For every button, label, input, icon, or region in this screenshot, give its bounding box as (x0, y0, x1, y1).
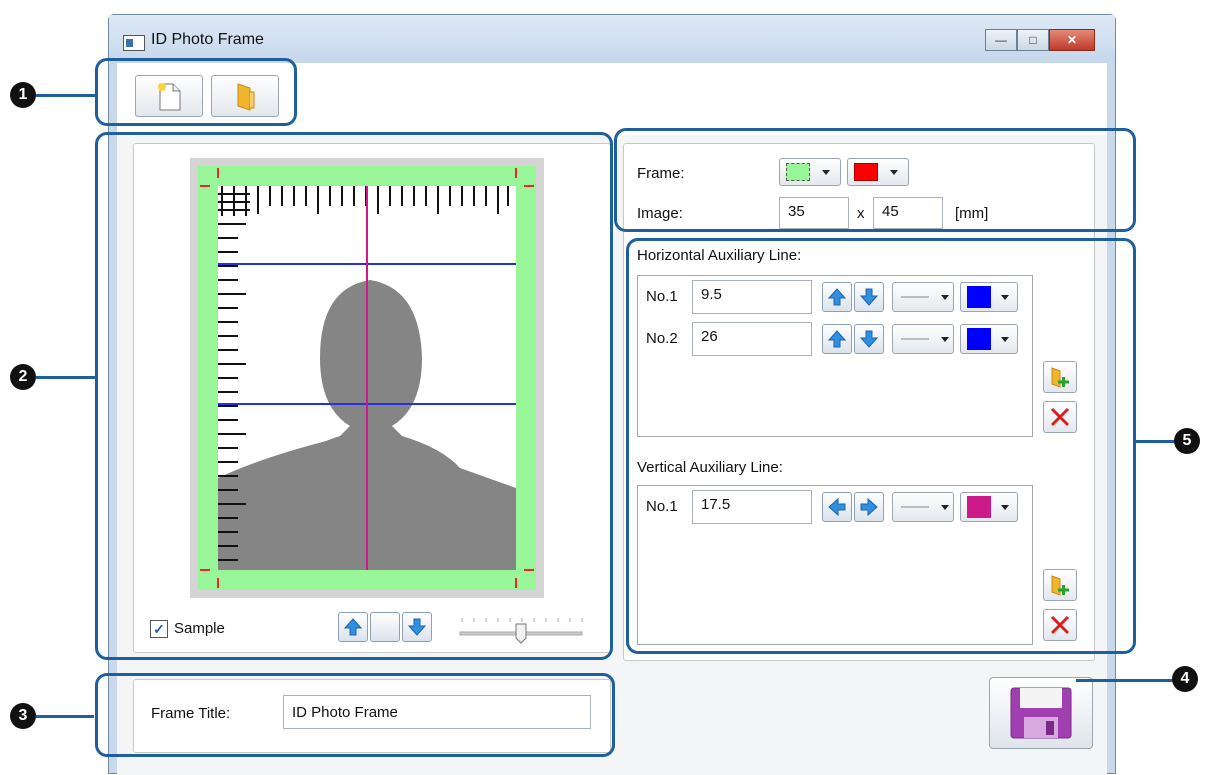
callout-badge-4: 4 (1172, 666, 1198, 692)
callout-frame-1 (95, 58, 297, 126)
callout-frame-5 (626, 238, 1136, 654)
window-controls: — □ ✕ (985, 29, 1095, 51)
close-button[interactable]: ✕ (1049, 29, 1095, 51)
callout-badge-3: 3 (10, 703, 36, 729)
maximize-button[interactable]: □ (1017, 29, 1049, 51)
callout-leader-4 (1076, 679, 1174, 682)
callout-frame-settings (614, 128, 1136, 232)
floppy-disk-icon (1010, 687, 1072, 739)
title-bar: ID Photo Frame — □ ✕ (109, 15, 1115, 63)
callout-leader-1 (36, 94, 96, 97)
callout-leader-2 (36, 376, 96, 379)
window-icon (123, 35, 145, 51)
callout-badge-5: 5 (1174, 428, 1200, 454)
callout-badge-2: 2 (10, 364, 36, 390)
window-title: ID Photo Frame (151, 31, 264, 48)
callout-leader-5 (1136, 440, 1176, 443)
minimize-button[interactable]: — (985, 29, 1017, 51)
callout-leader-3 (36, 715, 94, 718)
save-button[interactable] (989, 677, 1093, 749)
callout-frame-3 (95, 673, 615, 757)
callout-badge-1: 1 (10, 82, 36, 108)
callout-frame-2 (95, 132, 613, 660)
